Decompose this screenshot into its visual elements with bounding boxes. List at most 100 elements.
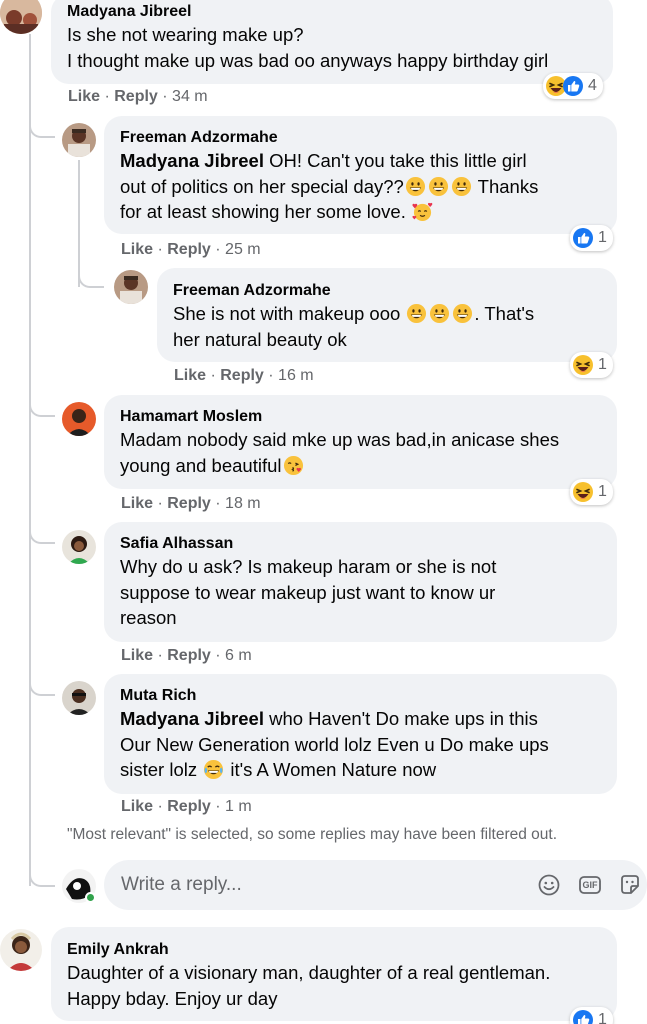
timestamp[interactable]: · 16 m <box>268 367 313 384</box>
avatar[interactable] <box>0 929 42 971</box>
comment-text: I thought make up was bad oo anyways hap… <box>67 49 549 71</box>
avatar[interactable] <box>62 123 96 157</box>
reaction-summary[interactable]: 1 <box>570 1007 613 1024</box>
timestamp[interactable]: · 34 m <box>162 88 207 105</box>
mention-link[interactable]: Madyana Jibreel <box>120 150 264 171</box>
thread-branch <box>29 865 55 887</box>
like-icon <box>562 75 584 97</box>
avatar[interactable] <box>62 681 96 715</box>
comment-author[interactable]: Emily Ankrah <box>67 939 601 960</box>
comment-actions: Like · Reply · 16 m <box>174 367 314 384</box>
comment-text: She is not with makeup ooo . That's <box>173 303 535 324</box>
comment-bubble: Madyana Jibreel Is she not wearing make … <box>51 0 613 84</box>
reaction-summary[interactable]: 1 <box>570 352 613 378</box>
kissing-heart-emoji-icon <box>283 455 304 476</box>
timestamp[interactable]: · 18 m <box>215 495 260 512</box>
comment-text: Is she not wearing make up? <box>67 24 304 45</box>
comment-text: sister lolz it's A Women Nature now <box>120 759 437 780</box>
grinning-emoji-icon <box>452 303 473 324</box>
timestamp[interactable]: · 1 m <box>215 798 251 815</box>
timestamp[interactable]: · 6 m <box>215 647 251 664</box>
like-button[interactable]: Like <box>121 647 153 664</box>
comment-actions: Like · Reply · 34 m <box>68 88 208 105</box>
reply-button[interactable]: Reply <box>167 647 211 664</box>
like-button[interactable]: Like <box>68 88 100 105</box>
reaction-summary[interactable]: 1 <box>570 225 613 251</box>
comment-author[interactable]: Freeman Adzormahe <box>120 127 601 148</box>
comment-text: Daughter of a visionary man, daughter of… <box>67 962 551 983</box>
online-status-indicator <box>85 892 96 903</box>
comment-author[interactable]: Safia Alhassan <box>120 533 601 554</box>
reply-button[interactable]: Reply <box>114 88 158 105</box>
comment-bubble: Hamamart Moslem Madam nobody said mke up… <box>104 395 617 489</box>
thread-line <box>29 34 31 886</box>
grinning-emoji-icon <box>428 176 449 197</box>
reaction-count: 1 <box>598 1011 607 1024</box>
grinning-emoji-icon <box>406 303 427 324</box>
reply-box: GIF <box>104 860 647 910</box>
sticker-icon[interactable] <box>618 873 642 897</box>
grinning-emoji-icon <box>429 303 450 324</box>
like-icon <box>572 227 594 249</box>
comment-text: young and beautiful <box>120 453 601 479</box>
comment-author[interactable]: Madyana Jibreel <box>67 1 597 22</box>
comment-text: reason <box>120 607 177 628</box>
gif-label: GIF <box>582 880 598 890</box>
comment-bubble: Emily Ankrah Daughter of a visionary man… <box>51 927 617 1021</box>
reply-button[interactable]: Reply <box>167 241 211 258</box>
comment-text: Madam nobody said mke up was bad,in anic… <box>120 429 560 450</box>
mention-link[interactable]: Madyana Jibreel <box>120 708 264 729</box>
thread-branch <box>29 116 55 138</box>
reply-button[interactable]: Reply <box>220 367 264 384</box>
comment-bubble: Freeman Adzormahe She is not with makeup… <box>157 268 617 362</box>
tears-of-joy-emoji-icon <box>203 759 224 780</box>
comment-actions: Like · Reply · 6 m <box>121 647 252 664</box>
avatar[interactable] <box>114 270 148 304</box>
smiling-hearts-emoji-icon <box>412 201 433 222</box>
comment-author[interactable]: Muta Rich <box>120 685 601 706</box>
avatar[interactable] <box>62 530 96 564</box>
avatar[interactable] <box>62 402 96 436</box>
reaction-count: 1 <box>598 483 607 500</box>
haha-icon <box>572 354 594 376</box>
grinning-emoji-icon <box>451 176 472 197</box>
reaction-count: 1 <box>598 229 607 246</box>
timestamp[interactable]: · 25 m <box>215 241 260 258</box>
comment-actions: Like · Reply · 1 m <box>121 798 252 815</box>
reaction-summary[interactable]: 1 <box>570 479 613 505</box>
reaction-summary[interactable]: 4 <box>543 73 603 99</box>
reaction-count: 1 <box>598 356 607 373</box>
reply-input[interactable] <box>104 860 524 910</box>
thread-branch <box>78 266 104 288</box>
gif-icon[interactable]: GIF <box>578 873 602 897</box>
reaction-count: 4 <box>588 77 597 94</box>
comment-actions: Like · Reply · 18 m <box>121 495 261 512</box>
reply-button[interactable]: Reply <box>167 798 211 815</box>
comment-text: her natural beauty ok <box>173 328 347 350</box>
current-user-avatar[interactable] <box>62 869 96 903</box>
like-icon <box>572 1009 594 1024</box>
comment-text: suppose to wear makeup just want to know… <box>120 581 496 603</box>
thread-branch <box>29 395 55 417</box>
comment-text: Madyana Jibreel OH! Can't you take this … <box>120 150 527 171</box>
thread-branch <box>29 522 55 544</box>
comment-text: for at least showing her some love. <box>120 199 601 225</box>
comment-text: Happy bday. Enjoy ur day <box>67 987 278 1009</box>
like-button[interactable]: Like <box>121 241 153 258</box>
comment-bubble: Muta Rich Madyana Jibreel who Haven't Do… <box>104 674 617 794</box>
grinning-emoji-icon <box>405 176 426 197</box>
like-button[interactable]: Like <box>121 798 153 815</box>
like-button[interactable]: Like <box>121 495 153 512</box>
comment-author[interactable]: Hamamart Moslem <box>120 406 601 427</box>
comment-text: Why do u ask? Is makeup haram or she is … <box>120 556 497 577</box>
comment-bubble: Safia Alhassan Why do u ask? Is makeup h… <box>104 522 617 642</box>
comment-author[interactable]: Freeman Adzormahe <box>173 280 601 301</box>
comment-actions: Like · Reply · 25 m <box>121 241 261 258</box>
comment-text: Our New Generation world lolz Even u Do … <box>120 733 549 755</box>
like-button[interactable]: Like <box>174 367 206 384</box>
reply-button[interactable]: Reply <box>167 495 211 512</box>
avatar[interactable] <box>0 0 42 34</box>
comment-bubble: Freeman Adzormahe Madyana Jibreel OH! Ca… <box>104 116 617 234</box>
emoji-icon[interactable] <box>537 873 561 897</box>
filter-notice: "Most relevant" is selected, so some rep… <box>67 826 558 843</box>
